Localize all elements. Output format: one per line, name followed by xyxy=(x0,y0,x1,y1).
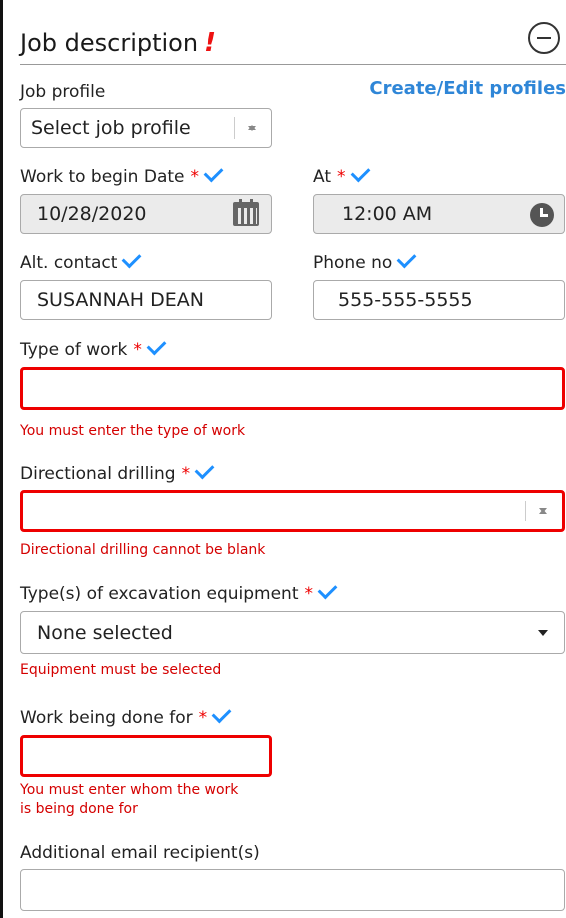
equipment-dropdown[interactable]: None selected xyxy=(20,611,565,654)
panel-border xyxy=(0,0,3,918)
equipment-error: Equipment must be selected xyxy=(20,662,222,678)
work-done-for-input[interactable] xyxy=(20,735,272,777)
alert-icon: ! xyxy=(204,28,216,58)
required-marker: * xyxy=(133,340,142,360)
additional-email-label: Additional email recipient(s) xyxy=(20,843,260,863)
chevron-down-icon xyxy=(538,629,548,636)
type-of-work-input[interactable] xyxy=(20,367,565,410)
begin-time-field[interactable]: 12:00 AM xyxy=(313,194,565,234)
check-icon xyxy=(211,703,232,724)
required-marker: * xyxy=(190,167,200,187)
alt-contact-input[interactable]: SUSANNAH DEAN xyxy=(20,280,272,320)
begin-date-label-text: Work to begin Date xyxy=(20,167,185,187)
work-done-for-label: Work being done for * xyxy=(20,703,232,728)
work-done-for-error-line1: You must enter whom the work xyxy=(20,782,239,798)
work-done-for-error: You must enter whom the work is being do… xyxy=(20,781,238,819)
check-icon xyxy=(146,335,167,356)
check-icon xyxy=(350,162,370,183)
alt-contact-label-text: Alt. contact xyxy=(20,253,118,273)
job-profile-select[interactable]: Select job profile xyxy=(20,108,272,148)
work-done-for-label-text: Work being done for xyxy=(20,708,193,728)
select-arrows-icon xyxy=(525,501,562,521)
phone-label-text: Phone no xyxy=(313,253,393,273)
type-of-work-label-text: Type of work xyxy=(20,340,128,360)
check-icon xyxy=(317,579,338,600)
section-title-text: Job description xyxy=(20,29,199,57)
collapse-icon[interactable] xyxy=(528,22,560,54)
check-icon xyxy=(203,162,224,183)
check-icon xyxy=(396,248,417,269)
job-profile-label: Job profile xyxy=(20,82,106,102)
equipment-selected: None selected xyxy=(37,621,173,644)
create-edit-profiles-link[interactable]: Create/Edit profiles xyxy=(369,78,566,99)
directional-drilling-label: Directional drilling * xyxy=(20,459,215,484)
header-divider xyxy=(20,64,566,65)
type-of-work-label: Type of work * xyxy=(20,335,167,360)
directional-drilling-select[interactable] xyxy=(20,490,565,532)
additional-email-input[interactable] xyxy=(20,869,565,911)
check-icon xyxy=(122,248,142,269)
begin-time-label: At * xyxy=(313,162,370,187)
section-header: Job description! xyxy=(20,20,566,64)
calendar-icon[interactable] xyxy=(233,199,259,226)
begin-date-value: 10/28/2020 xyxy=(37,203,147,225)
work-done-for-error-line2: is being done for xyxy=(20,801,138,817)
directional-drilling-error: Directional drilling cannot be blank xyxy=(20,542,266,558)
required-marker: * xyxy=(198,708,208,728)
alt-contact-value: SUSANNAH DEAN xyxy=(37,289,204,311)
section-title: Job description! xyxy=(20,28,216,58)
required-marker: * xyxy=(304,584,314,604)
equipment-label-text: Type(s) of excavation equipment xyxy=(20,584,299,604)
check-icon xyxy=(194,459,215,480)
select-arrows-icon xyxy=(234,117,271,139)
job-profile-selected: Select job profile xyxy=(31,117,191,139)
begin-date-label: Work to begin Date * xyxy=(20,162,224,187)
directional-drilling-label-text: Directional drilling xyxy=(20,464,176,484)
phone-value: 555-555-5555 xyxy=(338,289,473,311)
type-of-work-error: You must enter the type of work xyxy=(20,423,246,439)
phone-input[interactable]: 555-555-5555 xyxy=(313,280,565,320)
begin-date-field[interactable]: 10/28/2020 xyxy=(20,194,272,234)
required-marker: * xyxy=(337,167,346,187)
required-marker: * xyxy=(181,464,191,484)
begin-time-value: 12:00 AM xyxy=(342,203,433,225)
alt-contact-label: Alt. contact xyxy=(20,248,142,273)
equipment-label: Type(s) of excavation equipment * xyxy=(20,579,338,604)
begin-time-label-text: At xyxy=(313,167,331,187)
clock-icon[interactable] xyxy=(530,203,554,227)
phone-label: Phone no xyxy=(313,248,417,273)
